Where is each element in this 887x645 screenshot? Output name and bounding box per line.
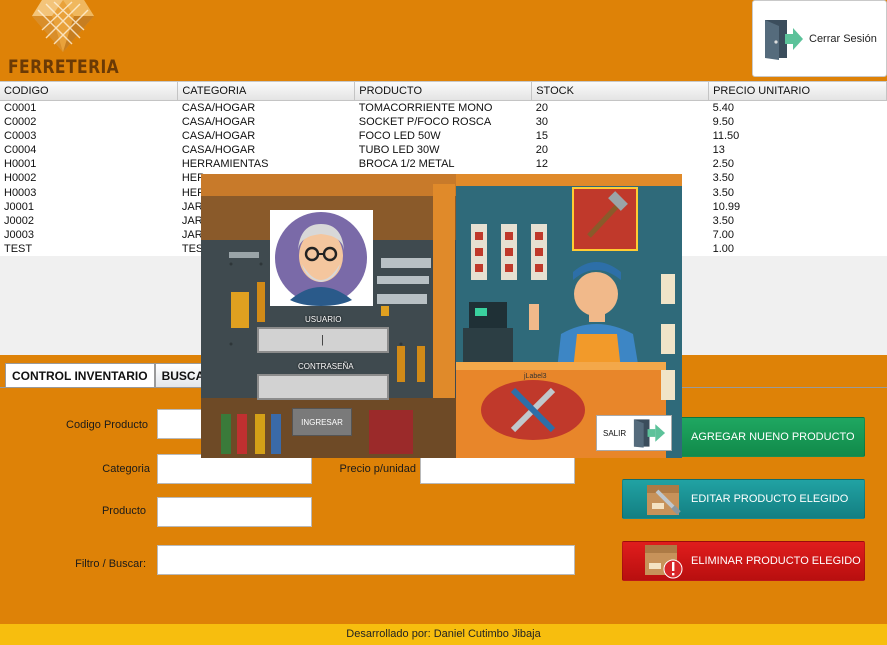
salir-label: SALIR [603, 428, 627, 438]
codigo-label: Codigo Producto [66, 419, 148, 431]
table-row[interactable]: C0002 CASA/HOGAR SOCKET P/FOCO ROSCA 30 9.50 [0, 115, 887, 129]
producto-input[interactable] [157, 497, 312, 527]
table-cell: 30 [535, 115, 548, 128]
table-cell: J0003 [4, 229, 34, 242]
filtro-input[interactable] [157, 545, 575, 575]
avatar-icon [275, 212, 367, 306]
table-cell: C0001 [4, 101, 37, 114]
table-row[interactable]: C0001 CASA/HOGAR TOMACORRIENTE MONO 20 5.40 [0, 100, 887, 115]
delete-product-button[interactable]: ELIMINAR PRODUCTO ELEGIDO [622, 541, 865, 581]
table-cell: SOCKET P/FOCO ROSCA [358, 115, 492, 128]
footer-credit: Desarrollado por: Daniel Cutimbo Jibaja [0, 624, 887, 645]
logout-label: Cerrar Sesión [809, 32, 877, 45]
tab-control-inventario[interactable]: CONTROL INVENTARIO [5, 363, 155, 387]
table-cell: 3.50 [712, 186, 734, 199]
logo-text: FERRETERIA [8, 56, 120, 78]
table-cell: BROCA 1/2 METAL [358, 158, 455, 171]
table-cell: H0003 [4, 186, 37, 199]
table-cell: 7.00 [712, 229, 734, 242]
table-cell: J0002 [4, 214, 34, 227]
table-header-row: CODIGO CATEGORIA PRODUCTO STOCK PRECIO U… [0, 82, 887, 101]
column-header-producto[interactable]: PRODUCTO [354, 82, 533, 101]
table-cell: TOMACORRIENTE MONO [358, 101, 493, 114]
categoria-input[interactable] [157, 454, 312, 484]
table-row[interactable]: C0003 CASA/HOGAR FOCO LED 50W 15 11.50 [0, 129, 887, 143]
table-row[interactable]: H0001 HERRAMIENTAS BROCA 1/2 METAL 12 2.50 [0, 157, 887, 171]
table-cell: 13 [712, 143, 725, 156]
table-cell: TUBO LED 30W [358, 143, 440, 156]
table-cell: H0002 [4, 172, 37, 185]
add-product-label: AGREGAR NUENO PRODUCTO [691, 431, 855, 443]
usuario-label: USUARIO [305, 315, 342, 324]
table-row[interactable]: C0004 CASA/HOGAR TUBO LED 30W 20 13 [0, 143, 887, 157]
table-cell: CASA/HOGAR [181, 129, 256, 142]
ingresar-button[interactable]: INGRESAR [292, 408, 352, 436]
column-header-stock[interactable]: STOCK [531, 82, 710, 101]
categoria-label: Categoria [102, 463, 150, 475]
table-cell: 2.50 [712, 158, 734, 171]
table-cell: 3.50 [712, 172, 734, 185]
usuario-input-cursor: | [321, 334, 324, 346]
edit-product-button[interactable]: EDITAR PRODUCTO ELEGIDO [622, 479, 865, 519]
table-cell: 11.50 [712, 129, 740, 142]
table-cell: C0002 [4, 115, 37, 128]
logout-door-icon [765, 19, 803, 60]
jlabel3-text: jLabel3 [524, 373, 547, 380]
table-cell: TEST [4, 243, 33, 256]
delete-box-icon [645, 545, 683, 579]
table-cell: H0001 [4, 158, 37, 171]
logout-button[interactable]: Cerrar Sesión [752, 0, 887, 77]
column-header-precio[interactable]: PRECIO UNITARIO [708, 82, 887, 101]
table-cell: 9.50 [712, 115, 734, 128]
table-cell: 15 [535, 129, 548, 142]
edit-box-icon [647, 485, 681, 515]
password-label: CONTRASEÑA [298, 362, 354, 371]
usuario-input[interactable]: | [257, 327, 389, 353]
table-cell: J0001 [4, 200, 34, 213]
login-dialog: USUARIO | CONTRASEÑA INGRESAR jLabel3 SA… [201, 174, 682, 458]
table-cell: CASA/HOGAR [181, 143, 256, 156]
exit-door-icon [634, 419, 666, 448]
edit-product-label: EDITAR PRODUCTO ELEGIDO [691, 493, 849, 505]
table-cell: CASA/HOGAR [181, 101, 256, 114]
salir-button[interactable]: SALIR [596, 415, 672, 451]
app-logo: FERRETERIA [6, 0, 120, 80]
table-cell: 3.50 [712, 214, 734, 227]
table-cell: CASA/HOGAR [181, 115, 256, 128]
table-cell: 10.99 [712, 200, 741, 213]
table-cell: 5.40 [712, 101, 734, 114]
password-input[interactable] [257, 374, 389, 400]
table-cell: 1.00 [712, 243, 734, 256]
table-cell: FOCO LED 50W [358, 129, 441, 142]
precio-label: Precio p/unidad [339, 463, 416, 475]
user-avatar [270, 210, 373, 306]
table-cell: 20 [535, 143, 548, 156]
table-cell: C0003 [4, 129, 37, 142]
filtro-label: Filtro / Buscar: [75, 558, 146, 570]
table-cell: C0004 [4, 143, 37, 156]
column-header-categoria[interactable]: CATEGORIA [177, 82, 356, 101]
producto-label: Producto [101, 505, 146, 517]
table-cell: 20 [535, 101, 548, 114]
table-cell: HERRAMIENTAS [181, 158, 269, 171]
precio-input[interactable] [420, 454, 575, 484]
delete-product-label: ELIMINAR PRODUCTO ELEGIDO [691, 555, 861, 567]
logo-emblem-icon [32, 0, 94, 52]
tab-bar: CONTROL INVENTARIO BUSCA [5, 363, 212, 387]
column-header-codigo[interactable]: CODIGO [0, 82, 179, 101]
table-cell: 12 [535, 158, 548, 171]
